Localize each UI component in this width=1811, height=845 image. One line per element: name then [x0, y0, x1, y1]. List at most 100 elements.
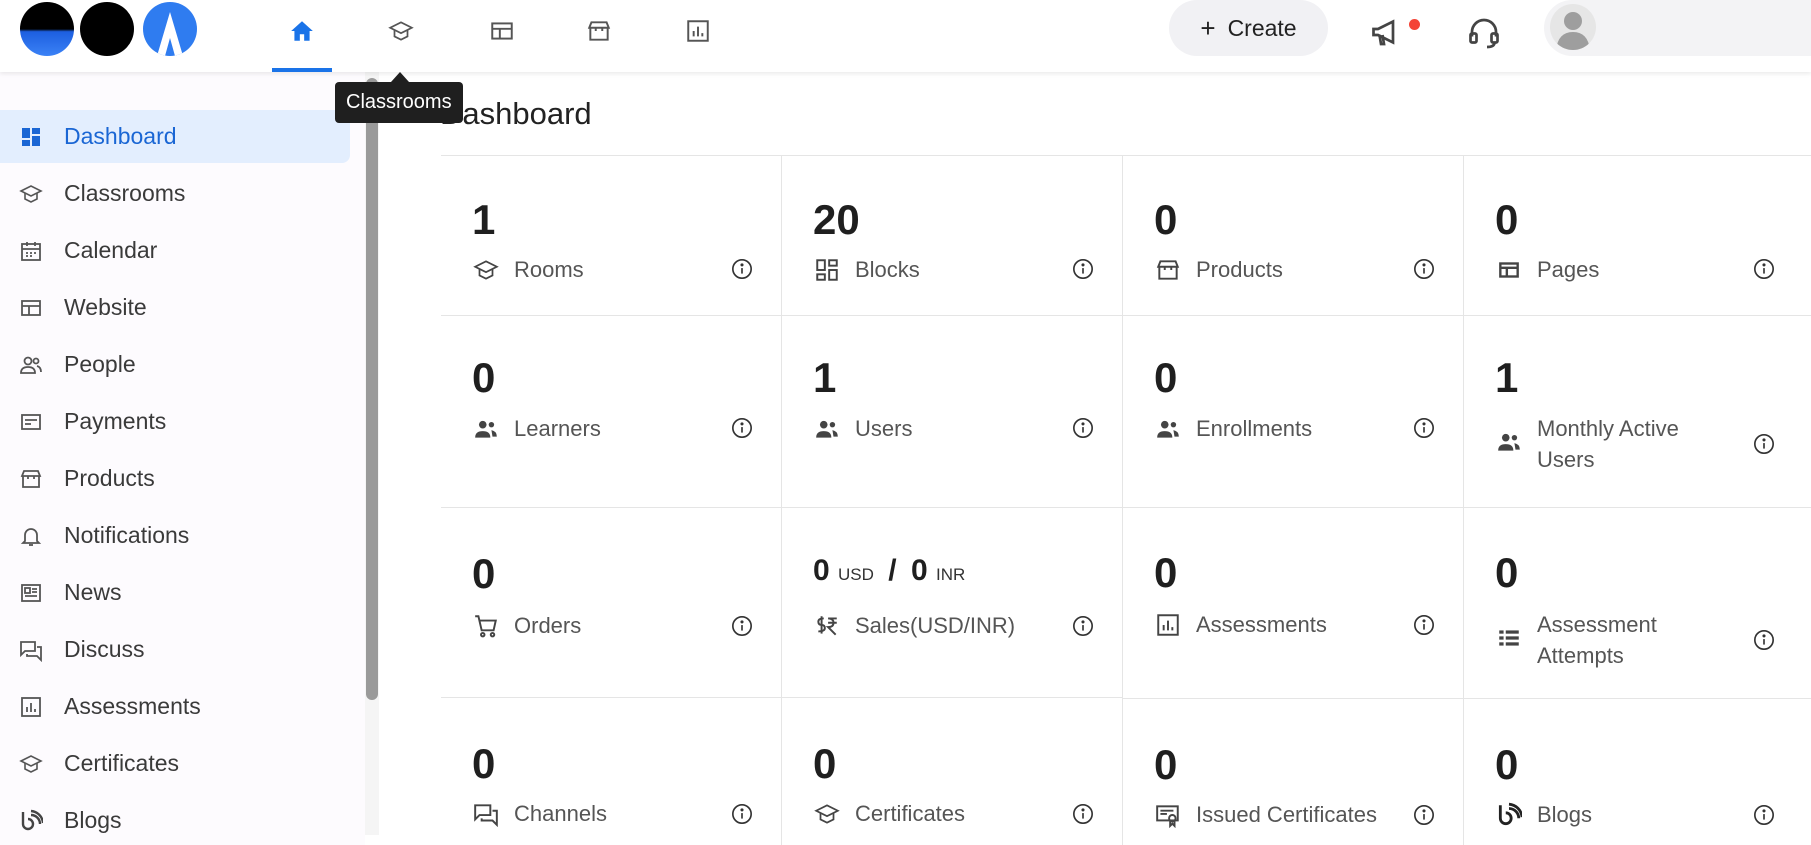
info-icon[interactable]: [731, 417, 753, 439]
sidebar-item-label: Payments: [64, 408, 167, 434]
app-logo-3[interactable]: [143, 2, 197, 56]
stat-label-line1: Assessment: [1537, 612, 1657, 637]
sidebar-item-products[interactable]: Products: [0, 452, 350, 505]
stat-card-sales[interactable]: 0 USD / 0 INR Sales(USD/INR): [782, 508, 1123, 698]
stat-card-rooms[interactable]: 1 Rooms: [441, 155, 782, 316]
stat-value: 0: [813, 740, 837, 787]
info-icon[interactable]: [1753, 804, 1775, 826]
stat-card-monthly-active-users[interactable]: 1 Monthly Active Users: [1464, 316, 1811, 508]
headset-icon[interactable]: [1466, 14, 1502, 50]
profile-menu[interactable]: [1544, 0, 1811, 56]
home-icon: [291, 21, 313, 41]
notification-dot: [1409, 19, 1420, 30]
info-icon[interactable]: [1072, 803, 1094, 825]
stat-card-pages[interactable]: 0 Pages: [1464, 155, 1811, 316]
sidebar-item-calendar[interactable]: Calendar: [0, 224, 350, 277]
sidebar-item-notifications[interactable]: Notifications: [0, 509, 350, 562]
nav-reports[interactable]: [668, 10, 728, 72]
sidebar-item-discuss[interactable]: Discuss: [0, 623, 350, 676]
avatar: [1550, 4, 1596, 50]
info-icon[interactable]: [1753, 433, 1775, 455]
sidebar-item-blogs[interactable]: Blogs: [0, 794, 350, 845]
people-icon: [475, 420, 497, 438]
stat-card-channels[interactable]: 0 Channels: [441, 698, 782, 845]
sidebar-item-dashboard[interactable]: Dashboard: [0, 110, 350, 163]
info-icon[interactable]: [1753, 258, 1775, 280]
stat-value: 20: [813, 196, 860, 243]
store-icon: [1156, 260, 1180, 280]
stat-label: Products: [1196, 257, 1283, 282]
nav-products[interactable]: [569, 10, 629, 72]
sidebar-item-news[interactable]: News: [0, 566, 350, 619]
page-title: Dashboard: [440, 96, 592, 131]
nav-website[interactable]: [472, 10, 532, 72]
info-icon[interactable]: [1072, 258, 1094, 280]
info-icon[interactable]: [1072, 615, 1094, 637]
classroom-icon: [19, 184, 43, 203]
create-button[interactable]: + Create: [1169, 0, 1328, 56]
sidebar-item-label: Products: [64, 465, 155, 491]
info-icon[interactable]: [731, 258, 753, 280]
blog-icon: [21, 809, 43, 830]
info-icon[interactable]: [731, 615, 753, 637]
info-icon[interactable]: [731, 803, 753, 825]
stat-card-products[interactable]: 0 Products: [1123, 155, 1464, 316]
stat-label: Enrollments: [1196, 416, 1313, 441]
sidebar-item-payments[interactable]: Payments: [0, 395, 350, 448]
sidebar-item-label: Discuss: [64, 636, 145, 662]
stat-card-enrollments[interactable]: 0 Enrollments: [1123, 316, 1464, 508]
megaphone-icon[interactable]: [1369, 14, 1405, 50]
stat-card-issued-certificates[interactable]: 0 Issued Certificates: [1123, 699, 1464, 845]
sidebar-item-label: People: [64, 351, 136, 377]
sidebar-item-people[interactable]: People: [0, 338, 350, 391]
stat-label: Blocks: [855, 257, 920, 282]
website-icon: [21, 299, 41, 316]
app-logo-1[interactable]: [20, 2, 74, 56]
sales-usd-unit: USD: [838, 565, 874, 584]
stat-value: 0: [1495, 549, 1519, 596]
issued-certificate-icon: [1156, 805, 1179, 828]
currency-icon: [817, 616, 837, 636]
sidebar-item-label: Calendar: [64, 237, 158, 263]
sidebar-item-label: Classrooms: [64, 180, 186, 206]
stat-label: Blogs: [1537, 802, 1593, 827]
sales-inr-unit: INR: [936, 565, 966, 584]
bell-icon: [20, 527, 42, 546]
stat-card-certificates[interactable]: 0 Certificates: [782, 698, 1123, 845]
tooltip: Classrooms: [335, 82, 463, 123]
sales-inr-value: 0: [910, 554, 928, 587]
info-icon[interactable]: [1413, 804, 1435, 826]
stat-card-learners[interactable]: 0 Learners: [441, 316, 782, 508]
nav-home[interactable]: [272, 10, 332, 72]
stat-card-blocks[interactable]: 20 Blocks: [782, 155, 1123, 316]
website-icon: [491, 22, 513, 40]
stat-label: Pages: [1537, 257, 1600, 282]
sidebar-item-classrooms[interactable]: Classrooms: [0, 167, 350, 220]
app-logo-2[interactable]: [80, 2, 134, 56]
sidebar-item-label: Website: [64, 294, 147, 320]
stat-value: 0: [1495, 741, 1519, 788]
chart-icon: [687, 20, 709, 42]
assessment-icon: [21, 696, 41, 717]
sidebar-scrollbar-thumb[interactable]: [366, 78, 378, 700]
stat-value: 0 USD / 0 INR: [813, 554, 965, 588]
top-bar: + Create: [0, 0, 1811, 72]
stat-card-blogs[interactable]: 0 Blogs: [1464, 699, 1811, 845]
nav-classrooms[interactable]: [371, 10, 431, 72]
stat-card-assessments[interactable]: 0 Assessments: [1123, 508, 1464, 699]
people-icon: [816, 420, 838, 438]
info-icon[interactable]: [1413, 417, 1435, 439]
stat-value: 0: [472, 740, 496, 787]
people-icon: [20, 356, 42, 374]
sidebar-item-certificates[interactable]: Certificates: [0, 737, 350, 790]
info-icon[interactable]: [1072, 417, 1094, 439]
info-icon[interactable]: [1413, 258, 1435, 280]
info-icon[interactable]: [1413, 614, 1435, 636]
sidebar-item-website[interactable]: Website: [0, 281, 350, 334]
stat-card-assessment-attempts[interactable]: 0 Assessment Attempts: [1464, 508, 1811, 699]
info-icon[interactable]: [1753, 629, 1775, 651]
classroom-icon: [473, 260, 499, 280]
stat-card-users[interactable]: 1 Users: [782, 316, 1123, 508]
stat-card-orders[interactable]: 0 Orders: [441, 508, 782, 698]
sidebar-item-assessments[interactable]: Assessments: [0, 680, 350, 733]
